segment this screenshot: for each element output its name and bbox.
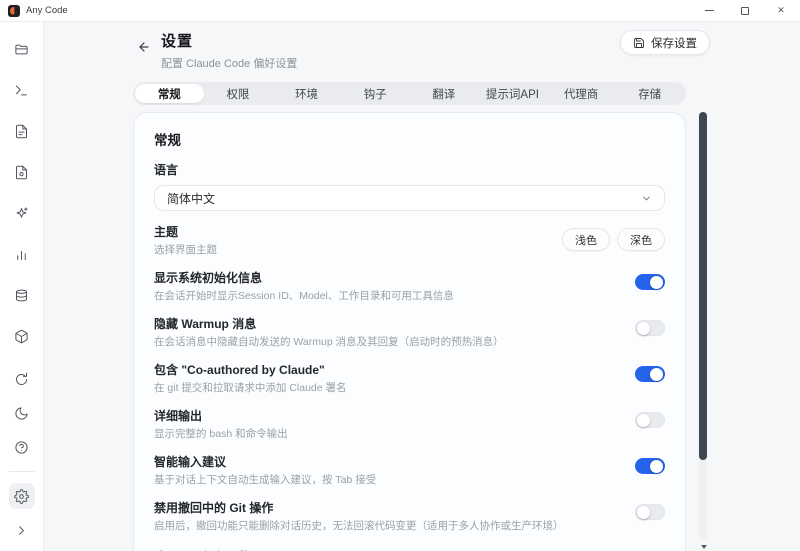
- theme-label: 主题: [154, 224, 217, 240]
- sparkles-icon[interactable]: [9, 200, 35, 226]
- tab-存储[interactable]: 存储: [615, 84, 684, 103]
- app-logo-icon: [8, 5, 20, 17]
- file-badge-icon[interactable]: [9, 159, 35, 185]
- tab-翻译[interactable]: 翻译: [410, 84, 479, 103]
- setting-row: 包含 "Co-authored by Claude" 在 git 提交和拉取请求…: [154, 362, 665, 395]
- bar-chart-icon[interactable]: [9, 241, 35, 267]
- back-button[interactable]: [133, 36, 155, 58]
- toggle-switch[interactable]: [635, 458, 665, 474]
- toggle-switch[interactable]: [635, 366, 665, 382]
- tab-权限[interactable]: 权限: [204, 84, 273, 103]
- sidebar: [0, 22, 44, 551]
- language-select[interactable]: 简体中文: [154, 185, 665, 211]
- gear-icon[interactable]: [9, 483, 35, 509]
- package-icon[interactable]: [9, 323, 35, 349]
- theme-subtitle: 选择界面主题: [154, 243, 217, 257]
- setting-subtitle: 在 git 提交和拉取请求中添加 Claude 署名: [154, 381, 347, 395]
- refresh-icon[interactable]: [9, 366, 35, 392]
- language-value: 简体中文: [167, 190, 215, 207]
- save-settings-button[interactable]: 保存设置: [620, 30, 710, 55]
- chevron-right-icon[interactable]: [9, 517, 35, 543]
- moon-icon[interactable]: [9, 400, 35, 426]
- save-icon: [633, 37, 645, 49]
- file-text-icon[interactable]: [9, 118, 35, 144]
- settings-tabs: 常规 权限 环境 钩子 翻译 提示词API 代理商 存储: [133, 82, 686, 105]
- setting-title: 显示系统初始化信息: [154, 270, 454, 286]
- setting-row: 智能输入建议 基于对话上下文自动生成输入建议，按 Tab 接受: [154, 454, 665, 487]
- setting-subtitle: 在会话开始时显示Session ID、Model、工作目录和可用工具信息: [154, 289, 454, 303]
- toggle-switch[interactable]: [635, 320, 665, 336]
- window-controls: ✕: [702, 4, 792, 18]
- page-subtitle: 配置 Claude Code 偏好设置: [161, 55, 297, 71]
- setting-title: 隐藏 Warmup 消息: [154, 316, 504, 332]
- app-title: Any Code: [26, 5, 68, 16]
- general-settings-card: 常规 语言 简体中文 主题 选择界面主题 浅色深色 显示系统初始化信息 在会话开…: [133, 112, 686, 551]
- setting-title: 禁用撤回中的 Git 操作: [154, 500, 564, 516]
- tab-提示词API[interactable]: 提示词API: [478, 84, 547, 103]
- setting-subtitle: 启用后，撤回功能只能删除对话历史，无法回滚代码变更（适用于多人协作或生产环境）: [154, 519, 564, 533]
- titlebar: Any Code ✕: [0, 0, 800, 22]
- setting-title: 详细输出: [154, 408, 288, 424]
- chevron-down-icon: [641, 193, 652, 204]
- stack-icon[interactable]: [9, 282, 35, 308]
- setting-subtitle: 在会话消息中隐藏自动发送的 Warmup 消息及其回复（启动时的预热消息）: [154, 335, 504, 349]
- toggle-switch[interactable]: [635, 412, 665, 428]
- tab-常规[interactable]: 常规: [135, 84, 204, 103]
- setting-title: 包含 "Co-authored by Claude": [154, 362, 347, 378]
- tab-代理商[interactable]: 代理商: [547, 84, 616, 103]
- toggle-switch[interactable]: [635, 504, 665, 520]
- arrow-left-icon: [137, 40, 151, 54]
- setting-row: 隐藏 Warmup 消息 在会话消息中隐藏自动发送的 Warmup 消息及其回复…: [154, 316, 665, 349]
- sidebar-top-icons: [9, 36, 35, 349]
- sidebar-bottom-icons: [9, 366, 35, 543]
- theme-options: 浅色深色: [562, 224, 665, 251]
- scroll-down-arrow-icon[interactable]: [701, 545, 707, 549]
- save-settings-label: 保存设置: [651, 35, 697, 51]
- section-title: 常规: [154, 129, 665, 149]
- setting-title: 智能输入建议: [154, 454, 376, 470]
- scrollbar-thumb[interactable]: [699, 112, 707, 460]
- language-label: 语言: [154, 161, 665, 178]
- setting-subtitle: 基于对话上下文自动生成输入建议，按 Tab 接受: [154, 473, 376, 487]
- setting-row: 详细输出 显示完整的 bash 和命令输出: [154, 408, 665, 441]
- sidebar-divider: [9, 471, 35, 472]
- theme-option-button[interactable]: 深色: [617, 228, 665, 251]
- setting-row: 禁用撤回中的 Git 操作 启用后，撤回功能只能删除对话历史，无法回滚代码变更（…: [154, 500, 665, 533]
- tab-环境[interactable]: 环境: [272, 84, 341, 103]
- toggle-rows: 显示系统初始化信息 在会话开始时显示Session ID、Model、工作目录和…: [154, 270, 665, 533]
- help-icon[interactable]: [9, 434, 35, 460]
- tab-钩子[interactable]: 钩子: [341, 84, 410, 103]
- minimize-button[interactable]: [702, 4, 716, 18]
- setting-subtitle: 显示完整的 bash 和命令输出: [154, 427, 288, 441]
- page-title: 设置: [161, 30, 297, 51]
- setting-row: 显示系统初始化信息 在会话开始时显示Session ID、Model、工作目录和…: [154, 270, 665, 303]
- terminal-icon[interactable]: [9, 77, 35, 103]
- theme-option-button[interactable]: 浅色: [562, 228, 610, 251]
- close-button[interactable]: ✕: [774, 4, 788, 18]
- folder-icon[interactable]: [9, 36, 35, 62]
- page-title-block: 设置 配置 Claude Code 偏好设置: [161, 30, 297, 71]
- toggle-switch[interactable]: [635, 274, 665, 290]
- scrollbar-track[interactable]: [699, 112, 707, 540]
- theme-text: 主题 选择界面主题: [154, 224, 217, 257]
- theme-row: 主题 选择界面主题 浅色深色: [154, 224, 665, 257]
- settings-header: 设置 配置 Claude Code 偏好设置 保存设置: [133, 30, 710, 71]
- maximize-button[interactable]: [738, 4, 752, 18]
- app-window: Any Code ✕ 设置 配置 Claude Code 偏好设置 保存设置 常…: [0, 0, 800, 551]
